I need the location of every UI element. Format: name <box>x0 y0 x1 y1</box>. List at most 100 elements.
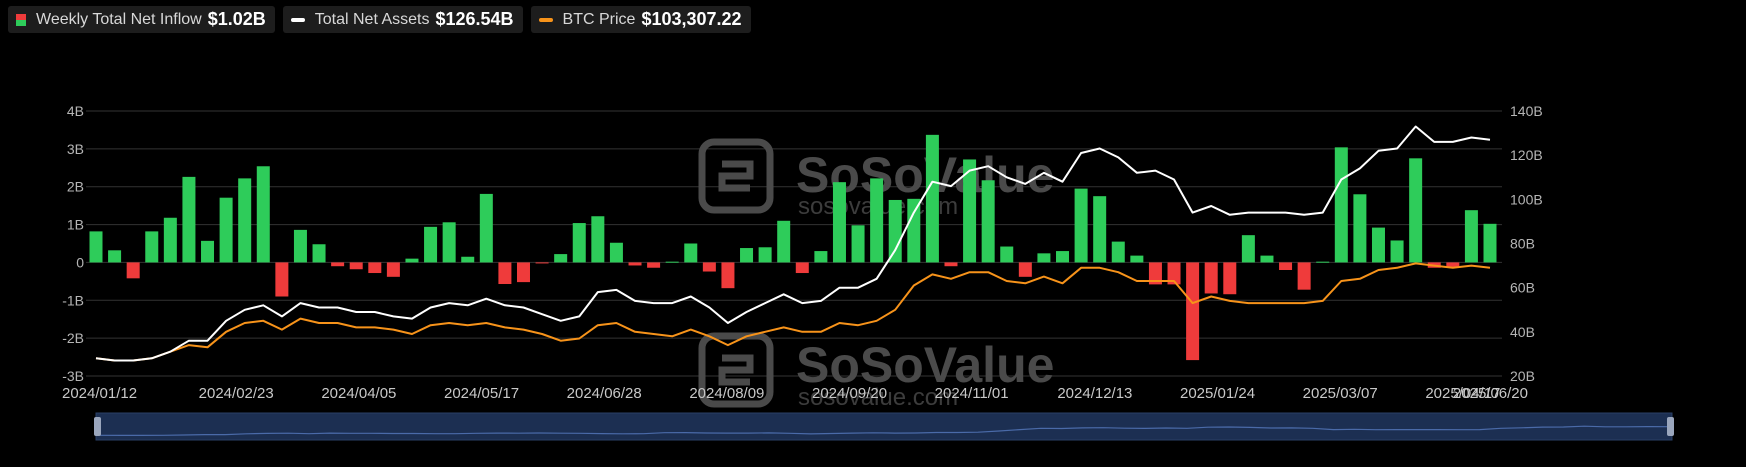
left-axis-tick: -1B <box>62 292 84 308</box>
inflow-bar[interactable] <box>479 193 493 263</box>
inflow-bar[interactable] <box>293 229 307 263</box>
inflow-bar[interactable] <box>777 220 791 263</box>
left-axis-tick: 2B <box>67 179 84 195</box>
inflow-bar[interactable] <box>1074 188 1088 263</box>
inflow-bar[interactable] <box>795 262 809 274</box>
x-axis: 2024/01/12 2024/02/23 2024/04/05 2024/05/17… <box>62 385 1528 402</box>
inflow-bar[interactable] <box>442 222 456 263</box>
inflow-bar[interactable] <box>554 254 568 263</box>
inflow-bar[interactable] <box>665 261 679 263</box>
inflow-bar[interactable] <box>461 256 475 263</box>
left-axis: 4B 3B 2B 1B 0 -1B -2B -3B <box>62 103 84 384</box>
right-axis: 140B 120B 100B 80B 60B 40B 20B <box>1510 103 1543 384</box>
x-axis-tick: 2024/04/05 <box>321 385 396 402</box>
inflow-bar[interactable] <box>312 244 326 263</box>
navigator-right-handle[interactable] <box>1667 417 1674 436</box>
inflow-bar[interactable] <box>647 262 661 268</box>
right-axis-tick: 60B <box>1510 280 1535 296</box>
inflow-bar[interactable] <box>238 178 252 263</box>
inflow-bar[interactable] <box>535 262 549 264</box>
inflow-bar[interactable] <box>907 198 921 263</box>
etf-flow-chart: SoSoValue sosovalue.com SoSoValue sosova… <box>62 103 1674 441</box>
x-axis-tick: 2024/11/01 <box>935 385 1009 402</box>
inflow-bar[interactable] <box>201 240 215 263</box>
range-navigator[interactable] <box>94 412 1674 441</box>
left-axis-tick: 3B <box>67 141 84 157</box>
inflow-bar[interactable] <box>758 247 772 263</box>
inflow-bar[interactable] <box>163 217 177 263</box>
navigator-track[interactable] <box>95 412 1673 441</box>
inflow-bar[interactable] <box>126 262 140 279</box>
inflow-bar[interactable] <box>1297 262 1311 290</box>
inflow-bar[interactable] <box>386 262 400 277</box>
inflow-bar[interactable] <box>1334 147 1348 263</box>
inflow-bar[interactable] <box>1130 255 1144 263</box>
inflow-bar[interactable] <box>1483 223 1497 263</box>
inflow-bar[interactable] <box>1316 261 1330 263</box>
inflow-bar[interactable] <box>1056 251 1070 263</box>
inflow-bar[interactable] <box>1390 240 1404 263</box>
inflow-bar[interactable] <box>182 176 196 263</box>
inflow-bar[interactable] <box>1353 194 1367 263</box>
right-axis-tick: 120B <box>1510 147 1543 163</box>
inflow-bar[interactable] <box>219 197 233 263</box>
inflow-bar[interactable] <box>888 199 902 263</box>
inflow-bar[interactable] <box>1241 235 1255 263</box>
inflow-bar[interactable] <box>572 223 586 263</box>
right-axis-tick: 80B <box>1510 236 1535 252</box>
inflow-bar[interactable] <box>1371 227 1385 263</box>
inflow-bar[interactable] <box>145 231 159 263</box>
inflow-bar[interactable] <box>1464 210 1478 263</box>
inflow-bar[interactable] <box>628 262 642 266</box>
x-axis-tick: 2024/06/28 <box>567 385 642 402</box>
inflow-bar[interactable] <box>1204 262 1218 294</box>
inflow-bar[interactable] <box>1093 196 1107 263</box>
inflow-bar[interactable] <box>1000 246 1014 263</box>
x-axis-tick: 2025/01/24 <box>1180 385 1255 402</box>
inflow-bar[interactable] <box>1279 262 1293 270</box>
inflow-bar[interactable] <box>424 226 438 263</box>
x-axis-tick: 2025/03/07 <box>1303 385 1378 402</box>
inflow-bar[interactable] <box>702 262 716 272</box>
inflow-bar[interactable] <box>516 262 530 283</box>
inflow-bar[interactable] <box>684 243 698 263</box>
inflow-bar[interactable] <box>1409 158 1423 263</box>
inflow-bar[interactable] <box>609 242 623 263</box>
left-axis-tick: -3B <box>62 368 84 384</box>
inflow-bar[interactable] <box>981 180 995 263</box>
inflow-bar[interactable] <box>256 166 270 263</box>
inflow-bar[interactable] <box>870 178 884 263</box>
inflow-bar[interactable] <box>925 134 939 263</box>
inflow-bar[interactable] <box>740 248 754 263</box>
inflow-bar[interactable] <box>349 262 363 270</box>
x-axis-tick: 2024/08/09 <box>689 385 764 402</box>
right-axis-tick: 20B <box>1510 368 1535 384</box>
x-axis-tick: 2024/09/20 <box>812 385 887 402</box>
inflow-bar[interactable] <box>368 262 382 274</box>
inflow-bar[interactable] <box>721 262 735 289</box>
inflow-bar[interactable] <box>89 231 103 263</box>
inflow-bar[interactable] <box>1186 262 1200 361</box>
inflow-bar[interactable] <box>405 258 419 263</box>
inflow-bar[interactable] <box>498 262 512 285</box>
left-axis-tick: -2B <box>62 330 84 346</box>
x-axis-tick: 2024/12/13 <box>1057 385 1132 402</box>
btc-price-line[interactable] <box>95 262 1491 362</box>
inflow-bar[interactable] <box>944 262 958 267</box>
inflow-bar[interactable] <box>1260 255 1274 263</box>
inflow-bar[interactable] <box>1223 262 1237 295</box>
inflow-bar[interactable] <box>1037 253 1051 263</box>
inflow-bar[interactable] <box>591 216 605 263</box>
inflow-bar[interactable] <box>331 262 345 267</box>
x-axis-tick: 2024/05/17 <box>444 385 519 402</box>
inflow-bar[interactable] <box>275 262 289 297</box>
inflow-bar[interactable] <box>814 251 828 263</box>
inflow-bar[interactable] <box>1111 241 1125 263</box>
navigator-left-handle[interactable] <box>94 417 101 436</box>
left-axis-tick: 1B <box>67 217 84 233</box>
inflow-bar[interactable] <box>108 250 122 263</box>
inflow-bar[interactable] <box>832 182 846 263</box>
inflow-bar[interactable] <box>1018 262 1032 277</box>
inflow-bar[interactable] <box>851 225 865 263</box>
right-axis-tick: 40B <box>1510 324 1535 340</box>
